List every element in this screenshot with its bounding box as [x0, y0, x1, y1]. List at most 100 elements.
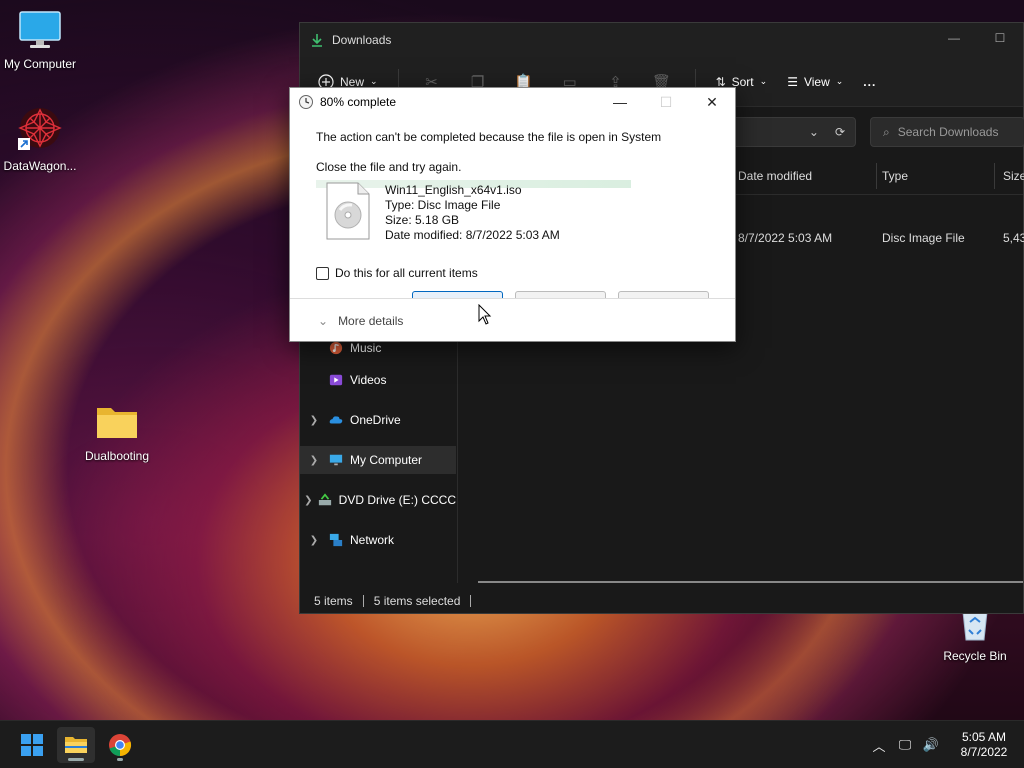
taskbar-chrome[interactable] — [101, 727, 139, 763]
column-date-modified[interactable]: Date modified — [738, 169, 812, 183]
nav-item-dvd-drive[interactable]: ❯ DVD Drive (E:) CCCC — [300, 486, 456, 514]
taskbar-file-explorer[interactable] — [57, 727, 95, 763]
nav-label: Videos — [350, 373, 387, 387]
file-details: Win11_English_x64v1.iso Type: Disc Image… — [385, 183, 560, 243]
search-placeholder: Search Downloads — [897, 125, 999, 139]
more-details-toggle[interactable]: ⌄ More details — [290, 298, 735, 342]
network-icon — [329, 533, 343, 547]
close-button[interactable]: ✕ — [689, 88, 735, 116]
dialog-instruction: Close the file and try again. — [316, 160, 462, 174]
nav-item-onedrive[interactable]: ❯ OneDrive — [300, 406, 456, 434]
chevron-right-icon[interactable]: ❯ — [300, 535, 328, 546]
clock-time: 5:05 AM — [961, 730, 1007, 744]
running-indicator — [117, 758, 123, 761]
file-in-use-dialog: 80% complete — ☐ ✕ The action can't be c… — [289, 87, 736, 342]
file-date: Date modified: 8/7/2022 5:03 AM — [385, 228, 560, 242]
mouse-cursor-icon — [478, 304, 492, 325]
chevron-down-icon: ⌄ — [318, 313, 329, 328]
apply-to-all-checkbox[interactable]: Do this for all current items — [316, 266, 478, 280]
more-details-label: More details — [338, 313, 404, 328]
file-size: Size: 5.18 GB — [385, 213, 460, 227]
chevron-right-icon[interactable]: ❯ — [300, 415, 328, 426]
maximize-button: ☐ — [659, 93, 673, 110]
desktop-icon-recycle-bin[interactable]: Recycle Bin — [935, 611, 1015, 663]
clock-icon — [299, 95, 313, 109]
nav-label: OneDrive — [350, 413, 401, 427]
row-size: 5,43 — [1003, 231, 1024, 245]
folder-icon — [97, 408, 137, 438]
desktop-icon-dualbooting[interactable]: Dualbooting — [77, 402, 157, 463]
desktop-icon-label: DataWagon... — [3, 159, 77, 173]
running-indicator — [68, 758, 84, 761]
folder-icon — [65, 737, 87, 753]
start-button[interactable] — [13, 727, 51, 763]
nav-item-videos[interactable]: Videos — [300, 366, 456, 394]
status-divider — [362, 595, 364, 607]
desktop-icon-my-computer[interactable]: My Computer — [0, 10, 80, 71]
nav-label: My Computer — [350, 453, 423, 467]
datawagon-shortcut-icon — [18, 108, 62, 150]
file-type: Type: Disc Image File — [385, 198, 501, 212]
refresh-icon[interactable]: ⟳ — [835, 125, 845, 139]
desktop-icon-label: My Computer — [3, 57, 77, 71]
taskbar: ︿ 🖵 🔊 5:05 AM 8/7/2022 — [0, 720, 1024, 768]
status-divider — [470, 595, 472, 607]
videos-icon — [329, 374, 343, 386]
search-icon: ⌕ — [883, 124, 890, 139]
system-tray: ︿ 🖵 🔊 5:05 AM 8/7/2022 — [866, 721, 1024, 768]
row-date-modified: 8/7/2022 5:03 AM — [738, 231, 833, 245]
chevron-down-icon: ⌄ — [835, 76, 844, 86]
download-icon — [312, 34, 322, 47]
network-status-icon[interactable]: 🖵 — [892, 737, 918, 753]
monitor-icon — [329, 454, 343, 466]
horizontal-scrollbar[interactable] — [478, 581, 1023, 583]
row-type: Disc Image File — [882, 231, 965, 245]
chevron-up-icon[interactable]: ︿ — [866, 736, 892, 755]
dvd-drive-icon — [318, 493, 331, 506]
nav-item-network[interactable]: ❯ Network — [300, 526, 456, 554]
nav-item-my-computer[interactable]: ❯ My Computer — [300, 446, 456, 474]
music-icon — [329, 341, 343, 355]
windows-logo-icon — [21, 734, 43, 756]
chevron-right-icon[interactable]: ❯ — [300, 455, 328, 466]
dialog-message: The action can't be completed because th… — [316, 130, 662, 144]
more-options-icon: ... — [863, 74, 877, 89]
navigation-pane: Music Videos ❯ OneDrive ❯ My Computer ❯ … — [300, 323, 458, 583]
checkbox-label: Do this for all current items — [335, 266, 478, 280]
column-type[interactable]: Type — [882, 169, 908, 183]
view-label: View — [803, 74, 830, 89]
desktop-icon-datawagon[interactable]: DataWagon... — [0, 106, 80, 173]
monitor-icon — [19, 11, 61, 48]
title-bar[interactable]: Downloads — [300, 23, 1023, 57]
recycle-bin-icon — [962, 611, 988, 641]
chevron-down-icon: ⌄ — [370, 76, 378, 86]
nav-label: DVD Drive (E:) CCCC — [338, 493, 456, 507]
file-name: Win11_English_x64v1.iso — [385, 183, 522, 197]
cloud-icon — [329, 416, 343, 424]
status-bar: 5 items 5 items selected — [300, 589, 1023, 613]
clock-date: 8/7/2022 — [960, 745, 1008, 759]
disc-image-file-icon — [326, 182, 370, 240]
chevron-right-icon[interactable]: ❯ — [300, 495, 317, 506]
search-input[interactable]: ⌕ Search Downloads — [870, 117, 1024, 147]
chevron-down-icon: ⌄ — [759, 76, 768, 86]
column-divider[interactable] — [876, 163, 877, 189]
chrome-icon — [109, 734, 132, 757]
chevron-down-icon[interactable]: ⌄ — [809, 125, 819, 139]
maximize-button[interactable]: ☐ — [977, 23, 1023, 53]
more-options-button[interactable]: ... — [863, 75, 876, 89]
address-bar[interactable]: ⌄ ⟳ — [726, 117, 856, 147]
column-divider[interactable] — [994, 163, 995, 189]
checkbox[interactable] — [316, 266, 329, 280]
minimize-button[interactable]: — — [931, 23, 977, 53]
desktop-icon-label: Dualbooting — [84, 449, 150, 463]
view-button[interactable]: ☰ View ⌄ — [787, 75, 843, 89]
minimize-button[interactable]: — — [597, 88, 643, 116]
volume-icon[interactable]: 🔊 — [918, 737, 944, 753]
clock[interactable]: 5:05 AM 8/7/2022 — [944, 730, 1024, 760]
selected-count: 5 items selected — [373, 594, 461, 608]
nav-label: Network — [350, 533, 395, 547]
window-title: Downloads — [332, 33, 392, 47]
column-size[interactable]: Size — [1003, 169, 1024, 183]
desktop-icon-label: Recycle Bin — [943, 649, 1007, 663]
